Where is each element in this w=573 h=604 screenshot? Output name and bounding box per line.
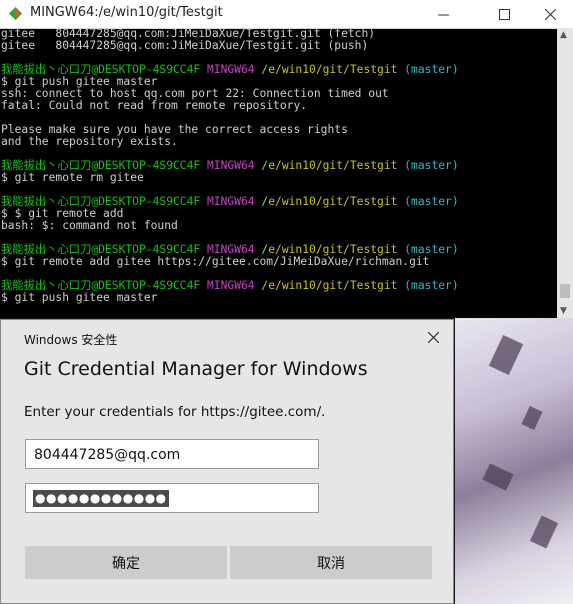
- password-field[interactable]: ●●●●●●●●●●●●: [25, 483, 319, 513]
- terminal-text: (master): [404, 159, 459, 172]
- terminal-text: $ git push gitee master: [1, 291, 158, 304]
- background-shape: [521, 405, 543, 431]
- terminal-text: $ git remote add gitee https://gitee.com…: [1, 255, 430, 268]
- terminal-text: $ git remote rm gitee: [1, 171, 144, 184]
- terminal-text: (master): [404, 279, 459, 292]
- password-value: ●●●●●●●●●●●●: [33, 490, 169, 507]
- scrollbar-thumb[interactable]: [560, 284, 570, 298]
- terminal-text: MINGW64: [207, 159, 262, 172]
- credential-dialog: Windows 安全性 Git Credential Manager for W…: [0, 319, 454, 604]
- terminal-title: MINGW64:/e/win10/git/Testgit: [30, 5, 223, 20]
- terminal-text: MINGW64: [207, 63, 262, 76]
- minimize-icon: [437, 14, 449, 15]
- minimize-button[interactable]: [420, 0, 466, 28]
- terminal-text: (master): [404, 63, 459, 76]
- ok-button[interactable]: 确定: [25, 546, 227, 579]
- background-shape: [488, 334, 524, 376]
- terminal-line: bash: $: command not found: [0, 220, 557, 232]
- terminal-line: and the repository exists.: [0, 136, 557, 148]
- dialog-caption: Windows 安全性: [24, 333, 118, 347]
- background-shape: [482, 463, 514, 491]
- terminal-text: (master): [404, 195, 459, 208]
- terminal-output[interactable]: gitee 804447285@qq.com:JiMeiDaXue/Testgi…: [0, 28, 557, 318]
- terminal-window: MINGW64:/e/win10/git/Testgit gitee 80444…: [0, 0, 573, 318]
- terminal-text: MINGW64: [207, 195, 262, 208]
- dialog-heading: Git Credential Manager for Windows: [24, 358, 368, 380]
- close-button[interactable]: [527, 0, 573, 28]
- terminal-text: MINGW64: [207, 279, 262, 292]
- dialog-close-button[interactable]: [421, 326, 445, 350]
- scroll-up-icon[interactable]: ▲: [560, 30, 567, 40]
- terminal-line: $ git push gitee master: [0, 292, 557, 304]
- mingw-app-icon: [8, 6, 23, 21]
- terminal-text: /e/win10/git/Testgit: [261, 279, 405, 292]
- close-icon: [544, 8, 556, 20]
- terminal-text: gitee 804447285@qq.com:JiMeiDaXue/Testgi…: [1, 39, 369, 52]
- scroll-down-icon[interactable]: ▼: [560, 306, 567, 316]
- terminal-text: /e/win10/git/Testgit: [261, 63, 405, 76]
- terminal-text: and the repository exists.: [1, 135, 178, 148]
- dialog-prompt: Enter your credentials for https://gitee…: [24, 404, 326, 420]
- username-field[interactable]: 804447285@qq.com: [25, 439, 319, 469]
- maximize-icon: [498, 8, 510, 20]
- terminal-text: /e/win10/git/Testgit: [261, 159, 405, 172]
- terminal-text: /e/win10/git/Testgit: [261, 195, 405, 208]
- terminal-line: fatal: Could not read from remote reposi…: [0, 100, 557, 112]
- maximize-button[interactable]: [481, 0, 527, 28]
- username-value: 804447285@qq.com: [34, 447, 181, 463]
- terminal-text: bash: $: command not found: [1, 219, 178, 232]
- terminal-line: gitee 804447285@qq.com:JiMeiDaXue/Testgi…: [0, 40, 557, 52]
- background-shape: [529, 515, 559, 549]
- desktop-background: [455, 318, 573, 604]
- terminal-scrollbar[interactable]: ▲ ▼: [557, 28, 573, 318]
- terminal-text: fatal: Could not read from remote reposi…: [1, 99, 308, 112]
- close-icon: [427, 331, 439, 344]
- terminal-titlebar[interactable]: MINGW64:/e/win10/git/Testgit: [0, 0, 573, 29]
- cancel-button[interactable]: 取消: [230, 546, 432, 579]
- terminal-line: $ git remote rm gitee: [0, 172, 557, 184]
- terminal-line: $ git remote add gitee https://gitee.com…: [0, 256, 557, 268]
